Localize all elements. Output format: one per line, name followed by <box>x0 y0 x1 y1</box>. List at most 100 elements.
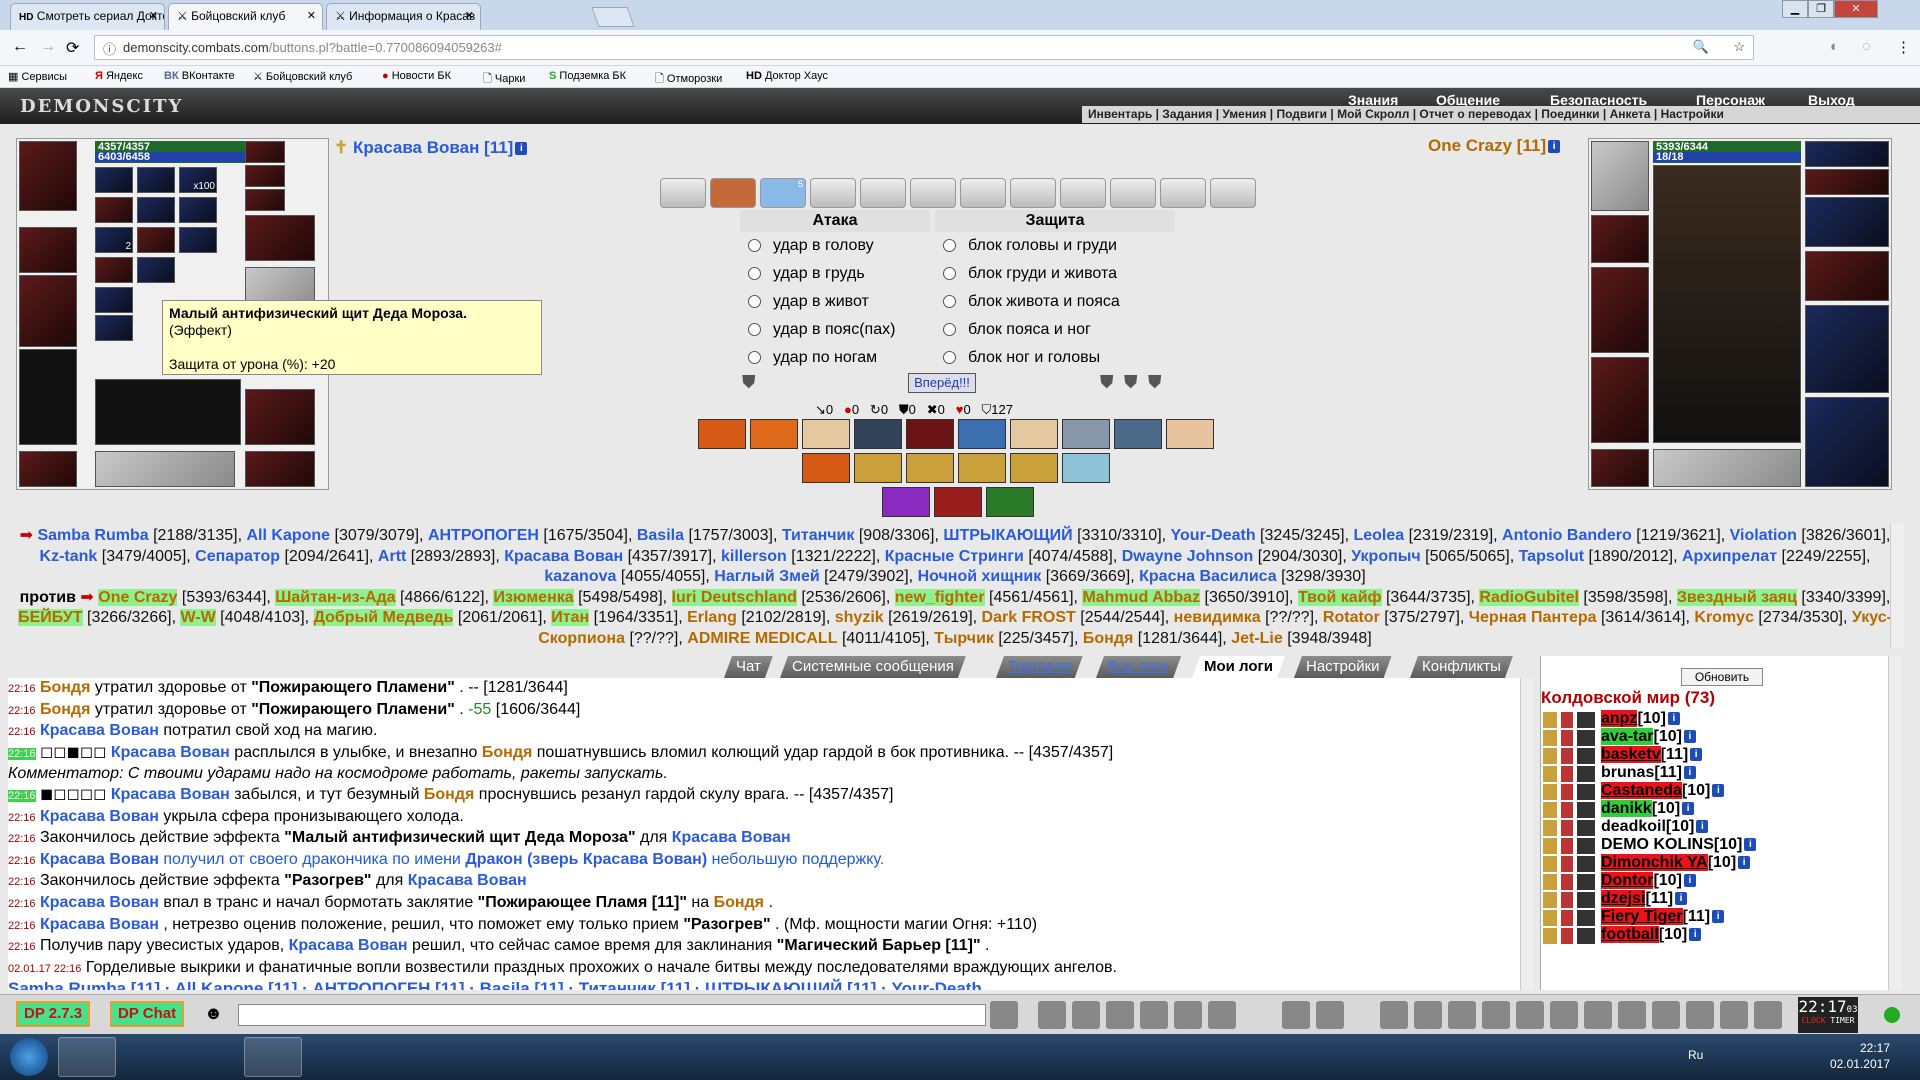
boots-slot[interactable] <box>1805 397 1889 487</box>
attack-option-belly[interactable]: удар в живот <box>740 288 930 316</box>
scroll-slot[interactable] <box>1160 178 1206 208</box>
send-icon[interactable] <box>990 1001 1018 1029</box>
opera-task[interactable] <box>182 1037 240 1077</box>
helmet-slot[interactable] <box>1591 141 1649 211</box>
browser-tab-2[interactable]: ⚔ Бойцовский клуб ✕ <box>168 3 323 30</box>
info-icon[interactable]: i <box>1696 820 1709 834</box>
effect-scroll-icon[interactable] <box>1166 419 1214 449</box>
effect-shield-icon[interactable] <box>854 453 902 483</box>
participant-name[interactable]: Rotator <box>1323 609 1380 626</box>
bracer-slot[interactable] <box>19 227 77 273</box>
info-icon[interactable]: i <box>515 142 528 156</box>
log-player-name[interactable]: Красава Вован <box>289 937 408 954</box>
scroll-slot[interactable] <box>860 178 906 208</box>
radio-button[interactable] <box>943 295 956 309</box>
right-player-name[interactable]: One Crazy [11] i <box>1428 136 1561 156</box>
participant-name[interactable]: Violation <box>1730 527 1797 544</box>
attack-option-groin[interactable]: удар в пояс(пах) <box>740 316 930 344</box>
translit-icon[interactable] <box>1174 1001 1202 1029</box>
tab-system[interactable]: Системные сообщения <box>780 656 966 678</box>
player-name[interactable]: DEMO KOLINS <box>1601 836 1714 853</box>
player-row[interactable]: anpz[10] i <box>1601 710 1680 728</box>
participant-name[interactable]: Наглый Змей <box>714 568 819 585</box>
spell-slot[interactable]: 2 <box>95 227 133 253</box>
helmet-slot[interactable] <box>19 141 77 211</box>
info-icon[interactable]: i <box>1683 874 1696 888</box>
close-icon[interactable]: ✕ <box>465 9 474 22</box>
log-participants-footer[interactable]: Samba Rumba [11] · All Kapone [11] · АНТ… <box>8 979 1528 990</box>
tool-icon[interactable] <box>1652 1001 1680 1029</box>
effect-fire-icon[interactable] <box>802 453 850 483</box>
participant-name[interactable]: Красава Вован <box>504 548 623 565</box>
scroll-slot[interactable] <box>1210 178 1256 208</box>
player-name[interactable]: danikk <box>1601 800 1652 817</box>
effect-frost-icon[interactable] <box>1062 453 1110 483</box>
earring-slot[interactable] <box>1805 141 1889 167</box>
ring-slot[interactable] <box>245 189 285 211</box>
spell-slot[interactable] <box>137 227 175 253</box>
shield-icon[interactable]: ⛊ <box>1148 372 1162 393</box>
participant-name[interactable]: Kromyc <box>1694 609 1754 626</box>
tool-icon[interactable] <box>1448 1001 1476 1029</box>
game-submenu[interactable]: Инвентарь | Задания | Умения | Подвиги |… <box>1082 106 1920 123</box>
bookmark-news[interactable]: ● Новости БК <box>382 70 451 82</box>
effect-blade-icon[interactable] <box>1114 419 1162 449</box>
left-player-name[interactable]: ✝ Красава Вован [11] i <box>334 138 528 158</box>
effect-dragon-icon[interactable] <box>934 487 982 517</box>
new-tab-button[interactable] <box>591 7 635 27</box>
participant-name[interactable]: Artt <box>378 548 406 565</box>
effect-fire-icon[interactable] <box>698 419 746 449</box>
participant-name[interactable]: All Kapone <box>247 527 331 544</box>
leggings-slot[interactable] <box>1805 305 1889 393</box>
bookmark-apps[interactable]: ▦ Сервисы <box>8 70 67 83</box>
log-player-name[interactable]: Бондя <box>40 679 90 696</box>
spell-slot[interactable] <box>137 197 175 223</box>
log-player-name[interactable]: Красава Вован <box>40 851 159 868</box>
weapon-slot[interactable] <box>19 275 77 347</box>
participant-name[interactable]: Добрый Медведь <box>313 609 454 626</box>
scroll-slot[interactable] <box>1010 178 1056 208</box>
participant-name[interactable]: ШТРЫКАЮЩИЙ <box>943 527 1072 544</box>
participant-name[interactable]: kazanova <box>544 568 616 585</box>
effect-shield-icon[interactable] <box>906 453 954 483</box>
tab-all-logs[interactable]: Все логи <box>1096 656 1181 678</box>
participant-name[interactable]: Tapsolut <box>1519 548 1584 565</box>
tab-settings[interactable]: Настройки <box>1294 656 1392 678</box>
scroll-slot[interactable] <box>960 178 1006 208</box>
tool-icon[interactable] <box>1584 1001 1612 1029</box>
info-icon[interactable]: i <box>1744 838 1757 852</box>
participant-name[interactable]: Бондя <box>1083 630 1133 647</box>
smile-icon[interactable]: ☻ <box>204 1003 223 1024</box>
info-icon[interactable]: i <box>1690 748 1703 762</box>
belt-slot[interactable] <box>1591 449 1649 487</box>
shield-icon[interactable]: ⛊ <box>1124 372 1138 393</box>
spell-slot[interactable] <box>179 197 217 223</box>
log-player-name[interactable]: Красава Вован <box>111 744 230 761</box>
spell-slot[interactable]: x100 <box>179 167 217 193</box>
bookmark-vk[interactable]: ВК ВКонтакте <box>164 70 235 82</box>
defense-option-5[interactable]: блок ног и головы <box>935 344 1175 372</box>
radio-button[interactable] <box>943 267 956 281</box>
info-icon[interactable]: i <box>1738 856 1751 870</box>
spell-slot[interactable] <box>95 287 133 313</box>
shield-slot[interactable] <box>1805 251 1889 301</box>
effect-poison-icon[interactable] <box>986 487 1034 517</box>
info-icon[interactable]: i <box>1689 928 1702 942</box>
tool-icon[interactable] <box>1686 1001 1714 1029</box>
effect-wings-icon[interactable] <box>1010 419 1058 449</box>
player-row[interactable]: basketv[11] i <box>1601 746 1703 764</box>
scroll-slot[interactable] <box>910 178 956 208</box>
participant-name[interactable]: Сепаратор <box>195 548 280 565</box>
bookmark-charki[interactable]: 🗋 Чарки <box>483 70 525 89</box>
extension-icon[interactable]: ◐ <box>1830 38 1839 55</box>
info-icon[interactable]: i <box>1712 784 1725 798</box>
minimize-button[interactable]: ▁ <box>1782 0 1808 18</box>
effect-blood-icon[interactable] <box>906 419 954 449</box>
radio-button[interactable] <box>748 239 761 253</box>
legs-slot[interactable] <box>245 451 315 487</box>
effect-arcane-icon[interactable] <box>882 487 930 517</box>
zoom-icon[interactable]: 🔍 <box>1693 39 1709 55</box>
participant-name[interactable]: Красна Василиса <box>1139 568 1277 585</box>
tab-trade[interactable]: Торговля <box>996 656 1083 678</box>
radio-button[interactable] <box>943 351 956 365</box>
